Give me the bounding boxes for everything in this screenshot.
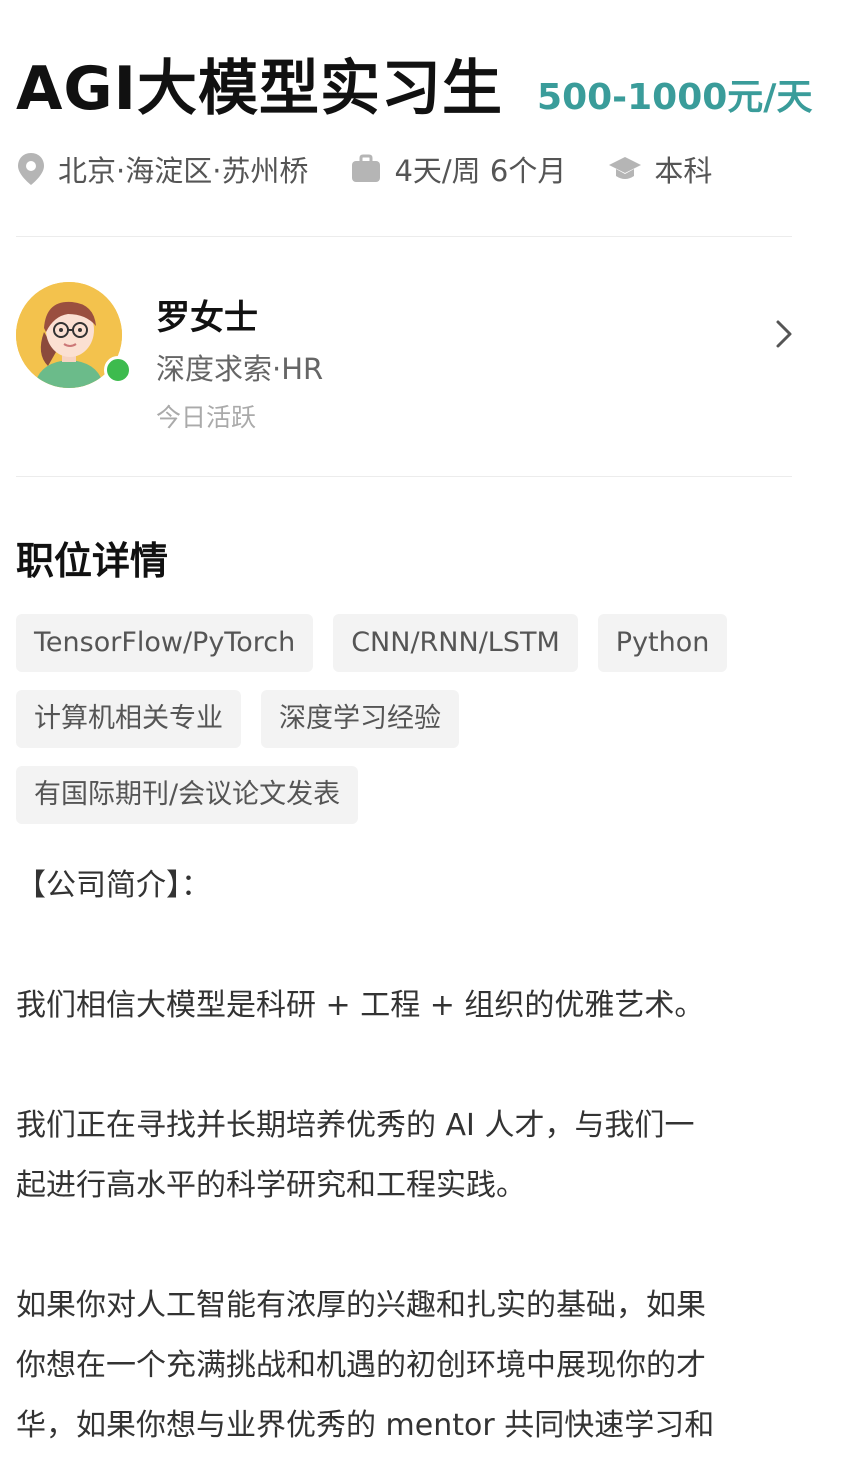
meta-schedule: 4天/周 6个月	[350, 148, 566, 190]
hr-company-role: 深度求索·HR	[156, 352, 324, 386]
hr-name: 罗女士	[156, 298, 258, 338]
chevron-right-icon[interactable]	[774, 318, 794, 350]
job-header: AGI大模型实习生 500-1000元/天	[16, 40, 812, 127]
tag: CNN/RNN/LSTM	[333, 614, 578, 672]
education-text: 本科	[654, 154, 713, 188]
description-line: 如果你对人工智能有浓厚的兴趣和扎实的基础，如果	[16, 1288, 706, 1323]
tag: Python	[597, 614, 728, 672]
description-line: 起进行高水平的科学研究和工程实践。	[16, 1168, 526, 1203]
graduation-cap-icon	[609, 157, 642, 179]
description-line: 我们相信大模型是科研 + 工程 + 组织的优雅艺术。	[16, 988, 705, 1023]
tag: 深度学习经验	[261, 690, 459, 748]
meta-education: 本科	[608, 148, 712, 190]
tag: 有国际期刊/会议论文发表	[16, 766, 359, 824]
divider	[16, 236, 792, 237]
divider	[16, 476, 792, 477]
hr-card[interactable]: 罗女士 深度求索·HR 今日活跃	[16, 282, 806, 432]
tag-row: TensorFlow/PyTorch CNN/RNN/LSTM Python	[16, 614, 806, 672]
meta-location: 北京·海淀区·苏州桥	[16, 148, 308, 190]
job-title: AGI大模型实习生	[16, 54, 504, 124]
tag-row: 有国际期刊/会议论文发表	[16, 766, 806, 824]
description-line: 华，如果你想与业界优秀的 mentor 共同快速学习和	[16, 1408, 715, 1443]
tag-row: 计算机相关专业 深度学习经验	[16, 690, 806, 748]
salary: 500-1000元/天	[537, 77, 813, 118]
section-title: 职位详情	[16, 539, 169, 583]
briefcase-icon	[352, 154, 381, 182]
tag: 计算机相关专业	[16, 690, 241, 748]
description-heading: 【公司简介】：	[16, 868, 211, 903]
schedule-text: 4天/周 6个月	[394, 154, 567, 188]
tag: TensorFlow/PyTorch	[16, 614, 314, 672]
description-line: 我们正在寻找并长期培养优秀的 AI 人才，与我们一	[16, 1108, 695, 1143]
description-line: 你想在一个充满挑战和机遇的初创环境中展现你的才	[16, 1348, 706, 1383]
location-pin-icon	[18, 153, 44, 185]
location-text: 北京·海淀区·苏州桥	[58, 154, 309, 188]
job-meta: 北京·海淀区·苏州桥 4天/周 6个月 本科	[16, 148, 754, 190]
hr-active-status: 今日活跃	[156, 403, 257, 432]
job-description: 【公司简介】： 我们相信大模型是科研 + 工程 + 组织的优雅艺术。 我们正在寻…	[16, 856, 816, 1456]
skill-tags: TensorFlow/PyTorch CNN/RNN/LSTM Python 计…	[16, 614, 806, 842]
online-status-dot	[104, 356, 132, 384]
